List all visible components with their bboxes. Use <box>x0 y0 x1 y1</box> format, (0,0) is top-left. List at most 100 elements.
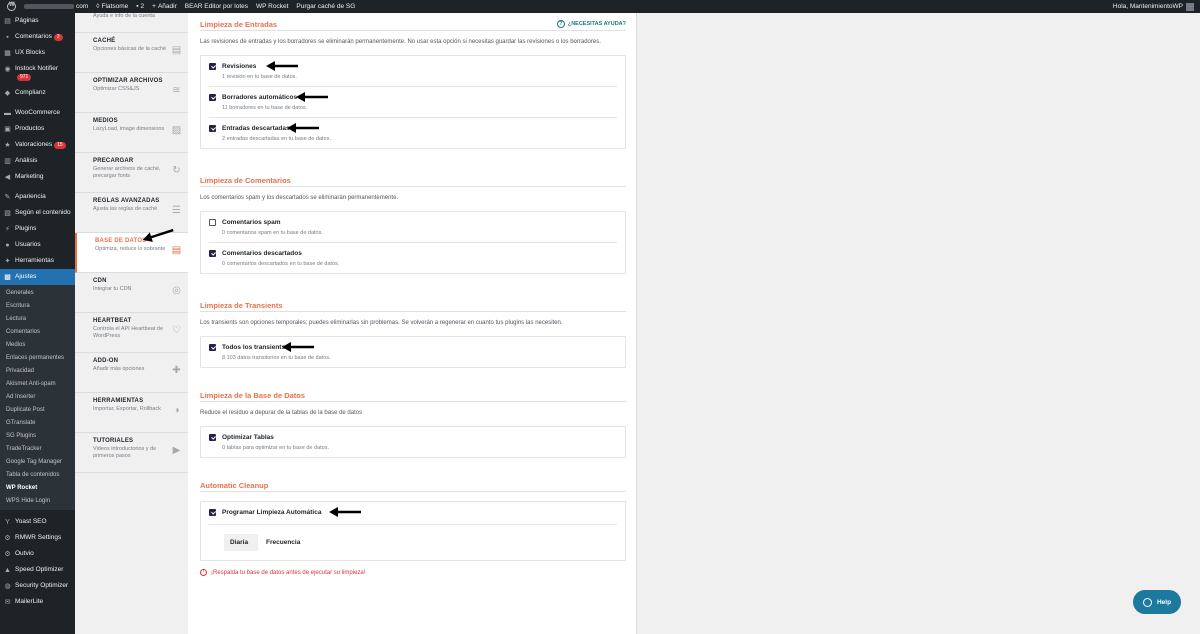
wp-rocket-nav: Ayuda e info de la cuenta CACHÉ Opciones b… <box>75 13 188 634</box>
option-label: Programar Limpieza Automática <box>222 509 322 516</box>
menu-item-rmwr-settings[interactable]: ⚙ RMWR Settings <box>0 530 75 546</box>
need-help-link[interactable]: ? ¿NECESITAS AYUDA? <box>556 20 626 28</box>
submenu-item-gtranslate[interactable]: GTranslate <box>0 417 75 430</box>
rocket-nav-herramientas[interactable]: HERRAMIENTAS Importar, Exportar, Rollback… <box>75 393 188 433</box>
rocket-nav-dashboard[interactable]: Ayuda e info de la cuenta <box>75 13 188 33</box>
programar-limpieza-checkbox[interactable] <box>209 509 216 516</box>
rocket-nav-cdn[interactable]: CDN Integrar tu CDN ◎ <box>75 273 188 313</box>
menu-item-marketing[interactable]: ◀ Marketing <box>0 169 75 185</box>
menu-item-productos[interactable]: ▣ Productos <box>0 121 75 137</box>
option-revisiones: Revisiones 1 revisión en tu base de datos… <box>209 56 617 87</box>
option-description: 0 tablas para optimizar en tu base de da… <box>222 445 330 451</box>
submenu-item-duplicate-post[interactable]: Duplicate Post <box>0 404 75 417</box>
rocket-nav-medios[interactable]: MEDIOS LazyLoad, image dimensions ▨ <box>75 113 188 153</box>
submenu-item-wps-hide-login[interactable]: WPS Hide Login <box>0 495 75 508</box>
submenu-item-ad-inserter[interactable]: Ad Inserter <box>0 391 75 404</box>
menu-item-plugins[interactable]: ⚡ Plugins <box>0 221 75 237</box>
user-icon: ● <box>5 241 10 249</box>
optimizar-tablas-checkbox[interactable] <box>209 434 216 441</box>
menu-item-complianz[interactable]: ◆ Complianz <box>0 85 75 101</box>
rocket-nav-desc: Generar archivos de caché, precargar fon… <box>93 166 161 179</box>
add-new-menu[interactable]: + Añadir <box>148 0 181 13</box>
borradores-automaticos-checkbox[interactable] <box>209 94 216 101</box>
section-desc-entradas: Las revisiones de entradas y los borrado… <box>200 39 601 45</box>
option-comentarios-spam: Comentarios spam 0 comentarios spam en tu… <box>209 212 617 243</box>
submenu-item-google-tag-manager[interactable]: Google Tag Manager <box>0 456 75 469</box>
site-name-link[interactable]: com <box>20 0 92 13</box>
option-comentarios-descartados: Comentarios descartados 0 comentarios des… <box>209 243 617 273</box>
comentarios-descartados-checkbox[interactable] <box>209 250 216 257</box>
menu-item-label: Yoast SEO <box>15 518 47 525</box>
submenu-item-tabla-de-contenidos[interactable]: Tabla de contenidos <box>0 469 75 482</box>
menu-item-segun-el-contenido[interactable]: ▧ Según el contenido <box>0 205 75 221</box>
menu-item-yoast-seo[interactable]: Y Yoast SEO <box>0 514 75 530</box>
rocket-nav-title: OPTIMIZAR ARCHIVOS <box>93 78 163 84</box>
menu-item-mailerlite[interactable]: ✉ MailerLite <box>0 594 75 610</box>
comentarios-card: Comentarios spam 0 comentarios spam en tu… <box>200 211 626 274</box>
image-icon: ▨ <box>171 125 182 136</box>
bear-editor-link[interactable]: BEAR Editor por lotes <box>181 0 252 13</box>
menu-item-herramientas[interactable]: ✦ Herramientas <box>0 253 75 269</box>
account-menu[interactable]: Hola, MantenimientoWP <box>1113 2 1200 11</box>
submenu-item-generales[interactable]: Generales <box>0 287 75 300</box>
submenu-item-comentarios[interactable]: Comentarios <box>0 326 75 339</box>
rocket-nav-precargar[interactable]: PRECARGAR Generar archivos de caché, prec… <box>75 153 188 193</box>
frequency-select[interactable]: Diaria <box>224 534 258 551</box>
submenu-item-akismet-anti-spam[interactable]: Akismet Anti-spam <box>0 378 75 391</box>
flatsome-menu[interactable]: ◊ Flatsome <box>92 0 132 13</box>
rocket-nav-title: HERRAMIENTAS <box>93 398 144 404</box>
menu-item-woocommerce[interactable]: ▬ WooCommerce <box>0 105 75 121</box>
wp-logo-menu[interactable] <box>0 0 20 13</box>
blocks-icon: ▦ <box>4 49 11 57</box>
rocket-nav-add-on[interactable]: ADD-ON Añadir más opciones ✚ <box>75 353 188 393</box>
menu-item-label: Usuarios <box>15 241 41 248</box>
menu-item-usuarios[interactable]: ● Usuarios <box>0 237 75 253</box>
submenu-item-lectura[interactable]: Lectura <box>0 313 75 326</box>
section-title-transients: Limpieza de Transients <box>200 294 626 312</box>
rocket-nav-desc: Videos introductorios y de primeros paso… <box>93 446 157 459</box>
menu-item-label: Outvio <box>15 550 34 557</box>
frequency-row: Diaria Frecuencia <box>209 524 617 560</box>
rocket-nav-tutoriales[interactable]: TUTORIALES Videos introductorios y de pri… <box>75 433 188 473</box>
menu-item-analisis[interactable]: ▥ Análisis <box>0 153 75 169</box>
option-label: Borradores automáticos <box>222 94 298 101</box>
submenu-item-tradetracker[interactable]: TradeTracker <box>0 443 75 456</box>
help-beacon-button[interactable]: Help <box>1133 590 1181 614</box>
menu-item-comentarios[interactable]: ▪ Comentarios 2 <box>0 29 75 45</box>
rocket-nav-heartbeat[interactable]: HEARTBEAT Controla el API Heartbeat de Wo… <box>75 313 188 353</box>
rocket-nav-desc: Opciones básicas de la caché <box>93 46 167 52</box>
rocket-nav-desc: Optimiza, reduce lo sobrante <box>95 246 166 252</box>
menu-item-speed-optimizer[interactable]: ▲ Speed Optimizer <box>0 562 75 578</box>
menu-item-label: Páginas <box>15 17 39 24</box>
comments-link[interactable]: ▪ 2 <box>132 0 148 13</box>
menu-item-apariencia[interactable]: ✎ Apariencia <box>0 189 75 205</box>
menu-item-ux-blocks[interactable]: ▦ UX Blocks <box>0 45 75 61</box>
section-title-basedatos: Limpieza de la Base de Datos <box>200 384 626 402</box>
menu-item-ajustes[interactable]: ▩ Ajustes <box>0 269 75 285</box>
menu-item-valoraciones[interactable]: ★ Valoraciones 15 <box>0 137 75 153</box>
submenu-item-privacidad[interactable]: Privacidad <box>0 365 75 378</box>
submenu-item-wp-rocket[interactable]: WP Rocket <box>0 482 75 495</box>
menu-item-paginas[interactable]: ▤ Páginas <box>0 13 75 29</box>
rocket-nav-base-de-datos[interactable]: BASE DE DATOS Optimiza, reduce lo sobrant… <box>75 228 188 273</box>
rocket-nav-optimizar-archivos[interactable]: OPTIMIZAR ARCHIVOS Optimizar CSS&JS ≋ <box>75 73 188 113</box>
menu-item-security-optimizer[interactable]: ◍ Security Optimizer <box>0 578 75 594</box>
chart-icon: ▥ <box>4 157 11 165</box>
menu-item-instock-notifier[interactable]: ◉ Instock Notifier971 <box>0 61 75 85</box>
submenu-item-sg-plugins[interactable]: SG Plugins <box>0 430 75 443</box>
section-title-auto: Automatic Cleanup <box>200 474 626 492</box>
menu-item-outvio[interactable]: ⚙ Outvio <box>0 546 75 562</box>
comentarios-spam-checkbox[interactable] <box>209 219 216 226</box>
video-icon: ▶ <box>172 445 181 456</box>
wp-rocket-menu[interactable]: WP Rocket <box>252 0 292 13</box>
submenu-item-medios[interactable]: Medios <box>0 339 75 352</box>
annotation-arrow <box>329 507 361 517</box>
purge-sg-cache-link[interactable]: Purgar caché de SG <box>292 0 359 13</box>
submenu-item-enlaces-permanentes[interactable]: Enlaces permanentes <box>0 352 75 365</box>
todos-los-transients-checkbox[interactable] <box>209 344 216 351</box>
entradas-descartadas-checkbox[interactable] <box>209 125 216 132</box>
revisiones-checkbox[interactable] <box>209 63 216 70</box>
submenu-item-escritura[interactable]: Escritura <box>0 300 75 313</box>
rocket-nav-cache[interactable]: CACHÉ Opciones básicas de la caché ▤ <box>75 33 188 73</box>
rocket-nav-desc: Ayuda e info de la cuenta <box>93 13 155 19</box>
